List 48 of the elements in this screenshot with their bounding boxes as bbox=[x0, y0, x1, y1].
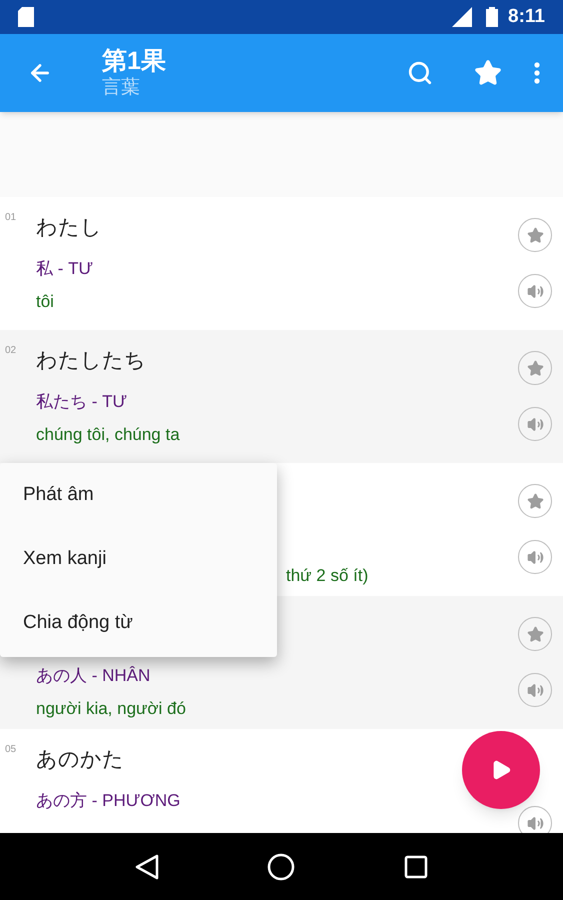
word-card[interactable]: 05 あのかた あの方 - PHƯƠNG bbox=[0, 729, 563, 833]
triangle-back-icon bbox=[135, 854, 160, 880]
speaker-icon bbox=[526, 282, 544, 300]
kanji-reading: 私 - TƯ bbox=[36, 259, 94, 278]
speaker-button[interactable] bbox=[518, 673, 552, 707]
search-icon bbox=[407, 60, 433, 86]
star-icon bbox=[526, 626, 544, 642]
word-number: 05 bbox=[5, 744, 16, 755]
word-card[interactable]: 01 わたし 私 - TƯ tôi bbox=[0, 197, 563, 330]
meaning-text: người kia, người đó bbox=[36, 699, 186, 718]
japanese-word: あのかた bbox=[36, 748, 124, 771]
word-card[interactable]: 02 わたしたち 私たち - TƯ chúng tôi, chúng ta bbox=[0, 330, 563, 463]
star-icon bbox=[526, 492, 544, 510]
meaning-text: tôi bbox=[36, 292, 54, 311]
speaker-button[interactable] bbox=[518, 274, 552, 308]
circle-home-icon bbox=[267, 852, 296, 880]
favorite-word-button[interactable] bbox=[518, 351, 552, 385]
lesson-title: 第1果 bbox=[102, 46, 167, 76]
speaker-icon bbox=[526, 548, 544, 566]
speaker-icon bbox=[526, 814, 544, 832]
clock-time: 8:11 bbox=[508, 4, 545, 29]
speaker-button[interactable] bbox=[518, 540, 552, 574]
japanese-word: わたしたち bbox=[36, 349, 146, 372]
japanese-word: わたし bbox=[36, 216, 102, 239]
battery-icon bbox=[486, 7, 498, 27]
signal-icon bbox=[452, 7, 472, 27]
speaker-icon bbox=[526, 416, 544, 432]
favorite-word-button[interactable] bbox=[518, 617, 552, 651]
kanji-reading: あの人 - NHÂN bbox=[36, 666, 150, 685]
speaker-icon bbox=[526, 682, 544, 698]
sd-card-icon bbox=[18, 7, 34, 27]
star-icon bbox=[526, 226, 544, 244]
speaker-button[interactable] bbox=[518, 407, 552, 441]
meaning-text: chúng tôi, chúng ta bbox=[36, 425, 180, 444]
menu-item[interactable]: Xem kanji bbox=[0, 527, 277, 591]
lesson-subtitle: 言葉 bbox=[102, 76, 141, 100]
kanji-reading: あの方 - PHƯƠNG bbox=[36, 791, 180, 810]
star-icon bbox=[526, 360, 544, 376]
star-icon bbox=[474, 59, 502, 87]
more-icon bbox=[534, 62, 540, 84]
square-recents-icon bbox=[404, 854, 428, 878]
kanji-reading: 私たち - TƯ bbox=[36, 392, 128, 411]
word-number: 02 bbox=[5, 345, 16, 356]
favorite-word-button[interactable] bbox=[518, 218, 552, 252]
meaning-text: thứ 2 số ít) bbox=[286, 566, 368, 585]
favorite-word-button[interactable] bbox=[518, 484, 552, 518]
menu-item[interactable]: Phát âm bbox=[0, 463, 277, 527]
word-number: 01 bbox=[5, 212, 16, 223]
